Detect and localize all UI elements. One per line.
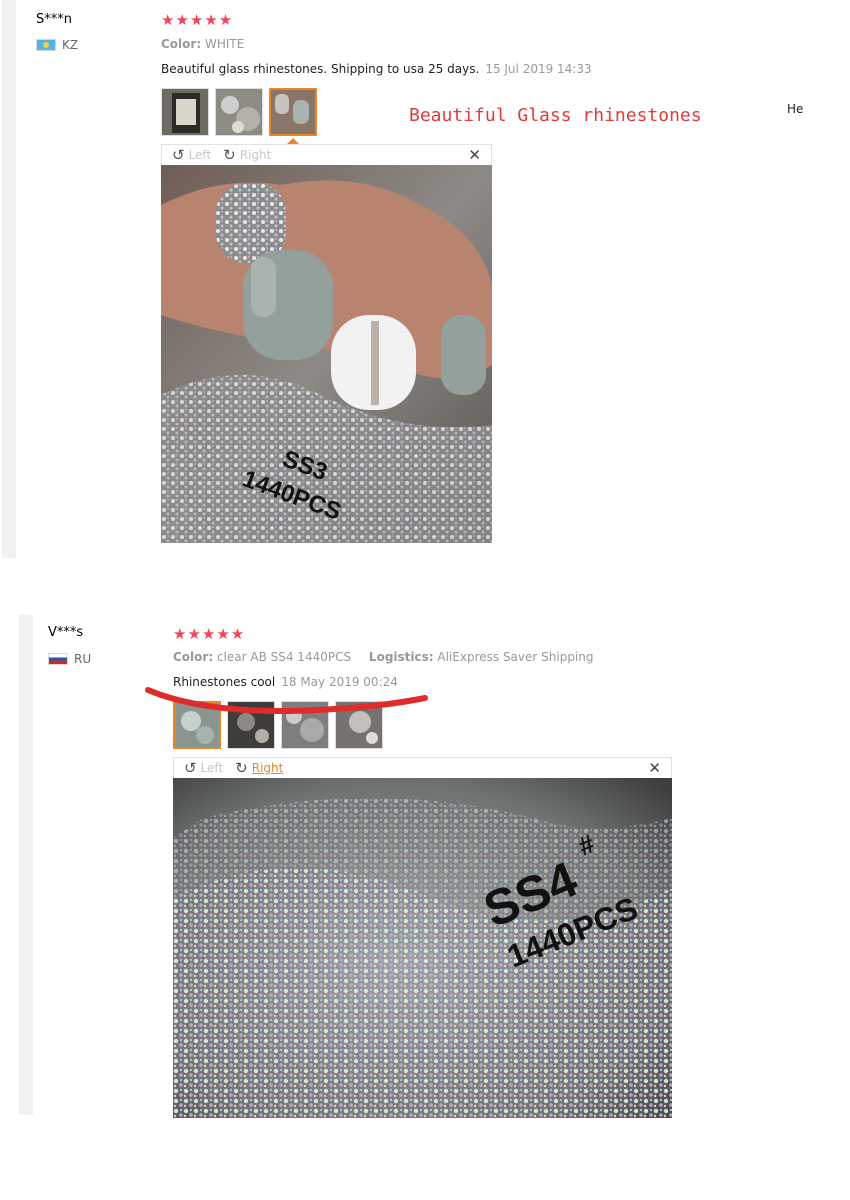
close-viewer-button[interactable]: ✕ <box>468 146 481 164</box>
thumbnail-selected[interactable] <box>269 88 317 136</box>
review-date: 15 Jul 2019 14:33 <box>485 62 592 76</box>
reviewer-country: KZ <box>36 38 78 52</box>
page: S***n KZ ★★★★★ Color: WHITE Beautiful gl… <box>0 0 850 1200</box>
attr-label: Color: <box>173 650 214 664</box>
attr-label: Color: <box>161 37 202 51</box>
left-rail <box>19 615 33 1115</box>
reviewer-country: RU <box>48 652 91 666</box>
review-attributes: Color: WHITE <box>161 37 258 51</box>
thumbnail[interactable] <box>161 88 209 136</box>
rotate-left-button[interactable]: ↺ Left <box>184 758 224 777</box>
close-viewer-button[interactable]: ✕ <box>648 759 661 777</box>
ru-flag-icon <box>48 653 68 665</box>
thumbnail-image <box>216 89 262 135</box>
review-text: Beautiful glass rhinestones. Shipping to… <box>161 62 480 76</box>
review-photo: SS3 1440PCS <box>161 165 492 543</box>
rotate-right-button[interactable]: ↻ Right <box>223 145 272 164</box>
annotation-caption: Beautiful Glass rhinestones <box>409 105 702 126</box>
side-note-text: He <box>787 102 804 116</box>
review-photo: SS4 # 1440PCS <box>173 778 672 1118</box>
attr-value: WHITE <box>204 37 245 51</box>
rotate-left-label: Left <box>200 761 224 775</box>
star-rating: ★★★★★ <box>161 11 234 29</box>
reviewer-name: V***s <box>48 625 84 640</box>
attr-value: AliExpress Saver Shipping <box>437 650 594 664</box>
rotate-left-icon: ↺ <box>172 145 185 164</box>
nail-photo-image: SS3 1440PCS <box>161 165 492 543</box>
red-underline-annotation <box>145 687 428 715</box>
rhinestones-photo-image: SS4 # 1440PCS <box>173 778 672 1118</box>
left-rail <box>2 0 16 558</box>
thumbnail-image <box>162 89 208 135</box>
rotate-right-button[interactable]: ↻ Right <box>235 758 284 777</box>
image-viewer-toolbar: ↺ Left ↻ Right ✕ <box>161 144 492 165</box>
kz-flag-icon <box>36 39 56 51</box>
thumbnail-list <box>161 88 317 136</box>
country-code: RU <box>74 652 92 666</box>
attr-label: Logistics: <box>368 650 434 664</box>
rotate-left-icon: ↺ <box>184 758 197 777</box>
rotate-left-button[interactable]: ↺ Left <box>172 145 212 164</box>
rotate-right-icon: ↻ <box>223 145 236 164</box>
rotate-right-label: Right <box>239 148 272 162</box>
rotate-left-label: Left <box>188 148 212 162</box>
star-rating: ★★★★★ <box>173 625 246 643</box>
review-attributes: Color: clear AB SS4 1440PCS Logistics: A… <box>173 650 608 664</box>
thumbnail[interactable] <box>215 88 263 136</box>
rotate-right-label: Right <box>251 761 284 775</box>
thumbnail-image <box>271 90 315 134</box>
image-viewer-toolbar: ↺ Left ↻ Right ✕ <box>173 757 672 778</box>
review-content: Beautiful glass rhinestones. Shipping to… <box>161 62 592 76</box>
review-item: S***n KZ ★★★★★ Color: WHITE Beautiful gl… <box>0 0 850 560</box>
country-code: KZ <box>62 38 79 52</box>
reviewer-name: S***n <box>36 12 72 27</box>
rotate-right-icon: ↻ <box>235 758 248 777</box>
attr-value: clear AB SS4 1440PCS <box>216 650 352 664</box>
